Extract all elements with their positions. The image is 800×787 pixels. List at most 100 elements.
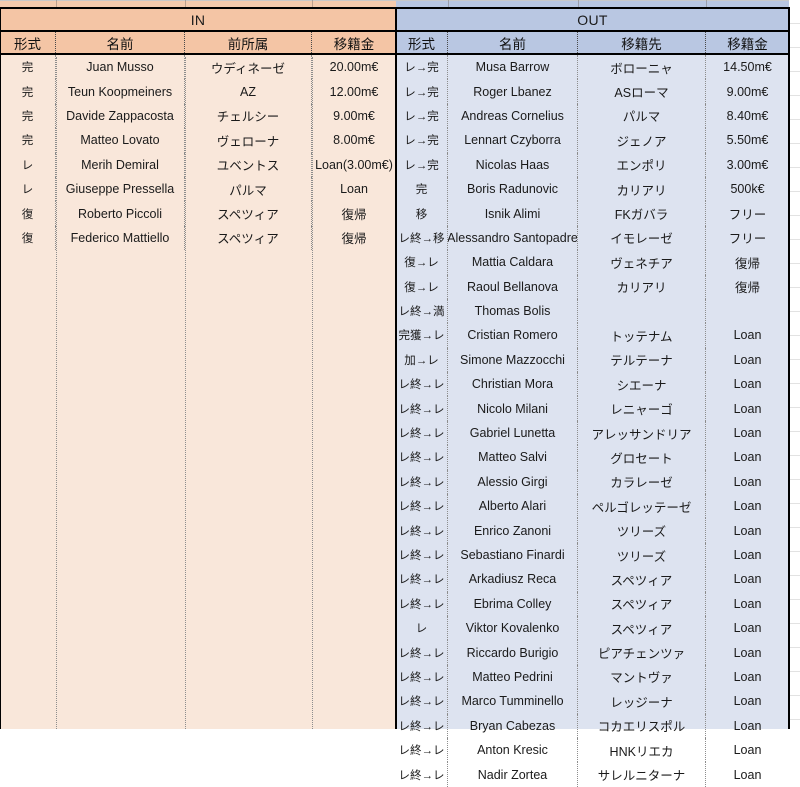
out-cell-fee[interactable]: 14.50m€ bbox=[706, 55, 789, 79]
out-cell-type[interactable]: レ終→レ bbox=[396, 640, 448, 665]
out-cell-type[interactable]: 移 bbox=[396, 201, 448, 226]
table-row[interactable]: レ終→移 Alessandro Santopadre イモレーゼ フリー bbox=[396, 225, 789, 251]
out-cell-club[interactable]: カラレーゼ bbox=[578, 469, 706, 495]
in-cell-name[interactable]: Juan Musso bbox=[56, 55, 185, 80]
out-cell-fee[interactable]: 3.00m€ bbox=[706, 153, 789, 177]
out-cell-fee[interactable]: 8.40m€ bbox=[706, 104, 789, 128]
table-row[interactable]: レ Giuseppe Pressella パルマ Loan bbox=[0, 176, 396, 202]
out-cell-fee[interactable]: フリー bbox=[706, 226, 789, 250]
in-cell-fee[interactable]: 12.00m€ bbox=[312, 79, 396, 103]
out-cell-name[interactable]: Anton Kresic bbox=[448, 737, 578, 763]
out-cell-fee[interactable]: フリー bbox=[706, 201, 789, 225]
table-row[interactable]: 完 Matteo Lovato ヴェローナ 8.00m€ bbox=[0, 128, 396, 153]
in-cell-type[interactable]: 復 bbox=[0, 225, 56, 251]
out-cell-type[interactable]: レ終→レ bbox=[396, 518, 448, 543]
out-cell-fee[interactable]: Loan bbox=[706, 494, 789, 518]
out-cell-club[interactable]: レニャーゴ bbox=[578, 396, 706, 421]
out-cell-type[interactable]: レ終→レ bbox=[396, 591, 448, 616]
out-cell-name[interactable]: Matteo Pedrini bbox=[448, 664, 578, 690]
in-cell-club[interactable]: ヴェローナ bbox=[185, 128, 312, 153]
out-cell-type[interactable]: 復→レ bbox=[396, 274, 448, 299]
in-cell-club[interactable]: スペツィア bbox=[185, 201, 312, 226]
out-cell-name[interactable]: Riccardo Burigio bbox=[448, 640, 578, 665]
out-cell-name[interactable]: Alessio Girgi bbox=[448, 469, 578, 495]
table-row[interactable]: 復 Roberto Piccoli スペツィア 復帰 bbox=[0, 201, 396, 226]
in-cell-name[interactable]: Giuseppe Pressella bbox=[56, 176, 185, 202]
out-cell-name[interactable]: Musa Barrow bbox=[448, 55, 578, 80]
table-row[interactable]: レ終→レ Marco Tumminello レッジーナ Loan bbox=[396, 689, 789, 714]
out-cell-club[interactable]: スペツィア bbox=[578, 567, 706, 592]
out-cell-fee[interactable]: Loan bbox=[706, 396, 789, 420]
out-cell-type[interactable]: 完獲→レ bbox=[396, 323, 448, 348]
table-row[interactable]: レ終→レ Matteo Salvi グロセート Loan bbox=[396, 445, 789, 470]
table-row[interactable]: レ→完 Nicolas Haas エンポリ 3.00m€ bbox=[396, 152, 789, 177]
table-row[interactable]: レ終→レ Bryan Cabezas コカエリスポル Loan bbox=[396, 713, 789, 738]
out-cell-name[interactable]: Roger Lbanez bbox=[448, 79, 578, 104]
out-cell-fee[interactable]: 500k€ bbox=[706, 177, 789, 201]
out-cell-name[interactable]: Simone Mazzocchi bbox=[448, 347, 578, 373]
in-cell-type[interactable]: 復 bbox=[0, 201, 56, 226]
out-cell-fee[interactable]: 5.50m€ bbox=[706, 128, 789, 152]
table-row[interactable]: レ→完 Musa Barrow ボローニャ 14.50m€ bbox=[396, 55, 789, 80]
out-cell-type[interactable]: レ終→レ bbox=[396, 567, 448, 592]
table-row[interactable]: レ終→レ Nadir Zortea サレルニターナ Loan bbox=[396, 762, 789, 787]
out-cell-fee[interactable]: Loan bbox=[706, 518, 789, 542]
out-cell-type[interactable]: レ終→満 bbox=[396, 298, 448, 324]
table-row[interactable]: 復→レ Mattia Caldara ヴェネチア 復帰 bbox=[396, 250, 789, 275]
out-cell-fee[interactable]: Loan bbox=[706, 665, 789, 689]
out-cell-club[interactable]: エンポリ bbox=[578, 152, 706, 177]
out-cell-club[interactable]: マントヴァ bbox=[578, 664, 706, 690]
out-cell-name[interactable]: Alberto Alari bbox=[448, 494, 578, 519]
table-row[interactable]: レ終→レ Ebrima Colley スペツィア Loan bbox=[396, 591, 789, 616]
out-cell-fee[interactable]: Loan bbox=[706, 762, 789, 786]
out-cell-name[interactable]: Boris Radunovic bbox=[448, 176, 578, 202]
table-row[interactable]: レ終→レ Arkadiusz Reca スペツィア Loan bbox=[396, 567, 789, 592]
table-row[interactable]: レ Merih Demiral ユベントス Loan(3.00m€) bbox=[0, 152, 396, 177]
in-cell-type[interactable]: レ bbox=[0, 152, 56, 177]
in-cell-name[interactable]: Roberto Piccoli bbox=[56, 201, 185, 226]
out-cell-name[interactable]: Mattia Caldara bbox=[448, 250, 578, 275]
in-cell-club[interactable]: ユベントス bbox=[185, 152, 312, 177]
out-cell-club[interactable] bbox=[578, 298, 706, 324]
out-cell-name[interactable]: Nadir Zortea bbox=[448, 762, 578, 787]
out-cell-type[interactable]: レ終→レ bbox=[396, 664, 448, 690]
out-cell-name[interactable]: Thomas Bolis bbox=[448, 298, 578, 324]
out-cell-fee[interactable]: Loan bbox=[706, 445, 789, 469]
out-cell-name[interactable]: Marco Tumminello bbox=[448, 689, 578, 714]
out-cell-type[interactable]: レ→完 bbox=[396, 152, 448, 177]
out-cell-name[interactable]: Bryan Cabezas bbox=[448, 713, 578, 738]
in-cell-name[interactable]: Davide Zappacosta bbox=[56, 103, 185, 129]
table-row[interactable]: レ Viktor Kovalenko スペツィア Loan bbox=[396, 615, 789, 641]
out-cell-name[interactable]: Nicolas Haas bbox=[448, 152, 578, 177]
out-cell-type[interactable]: レ終→レ bbox=[396, 689, 448, 714]
out-cell-fee[interactable]: Loan bbox=[706, 592, 789, 616]
table-row[interactable]: レ終→レ Enrico Zanoni ツリーズ Loan bbox=[396, 518, 789, 543]
out-cell-club[interactable]: イモレーゼ bbox=[578, 225, 706, 251]
out-cell-fee[interactable]: Loan bbox=[706, 738, 789, 762]
in-cell-name[interactable]: Merih Demiral bbox=[56, 152, 185, 177]
table-row[interactable]: レ終→レ Anton Kresic HNKリエカ Loan bbox=[396, 737, 789, 763]
out-cell-fee[interactable]: Loan bbox=[706, 640, 789, 664]
table-row[interactable]: 加→レ Simone Mazzocchi テルテーナ Loan bbox=[396, 347, 789, 373]
table-row[interactable]: レ→完 Andreas Cornelius パルマ 8.40m€ bbox=[396, 103, 789, 129]
in-cell-type[interactable]: 完 bbox=[0, 103, 56, 129]
out-cell-type[interactable]: 復→レ bbox=[396, 250, 448, 275]
out-cell-type[interactable]: レ→完 bbox=[396, 79, 448, 104]
out-cell-club[interactable]: トッテナム bbox=[578, 323, 706, 348]
table-row[interactable]: 完獲→レ Cristian Romero トッテナム Loan bbox=[396, 323, 789, 348]
table-row[interactable]: 移 Isnik Alimi FKガバラ フリー bbox=[396, 201, 789, 226]
out-cell-club[interactable]: ツリーズ bbox=[578, 542, 706, 568]
table-row[interactable]: レ終→レ Sebastiano Finardi ツリーズ Loan bbox=[396, 542, 789, 568]
table-row[interactable]: レ終→レ Christian Mora シエーナ Loan bbox=[396, 372, 789, 397]
out-cell-type[interactable]: レ終→レ bbox=[396, 494, 448, 519]
out-cell-fee[interactable]: Loan bbox=[706, 714, 789, 738]
out-cell-club[interactable]: カリアリ bbox=[578, 274, 706, 299]
out-cell-name[interactable]: Raoul Bellanova bbox=[448, 274, 578, 299]
in-cell-fee[interactable]: Loan(3.00m€) bbox=[312, 153, 396, 177]
out-cell-club[interactable]: アレッサンドリア bbox=[578, 420, 706, 446]
table-row[interactable]: レ終→レ Alberto Alari ペルゴレッテーゼ Loan bbox=[396, 494, 789, 519]
out-cell-fee[interactable]: Loan bbox=[706, 567, 789, 591]
out-cell-name[interactable]: Nicolo Milani bbox=[448, 396, 578, 421]
out-cell-type[interactable]: レ終→レ bbox=[396, 762, 448, 787]
out-cell-type[interactable]: レ終→レ bbox=[396, 372, 448, 397]
